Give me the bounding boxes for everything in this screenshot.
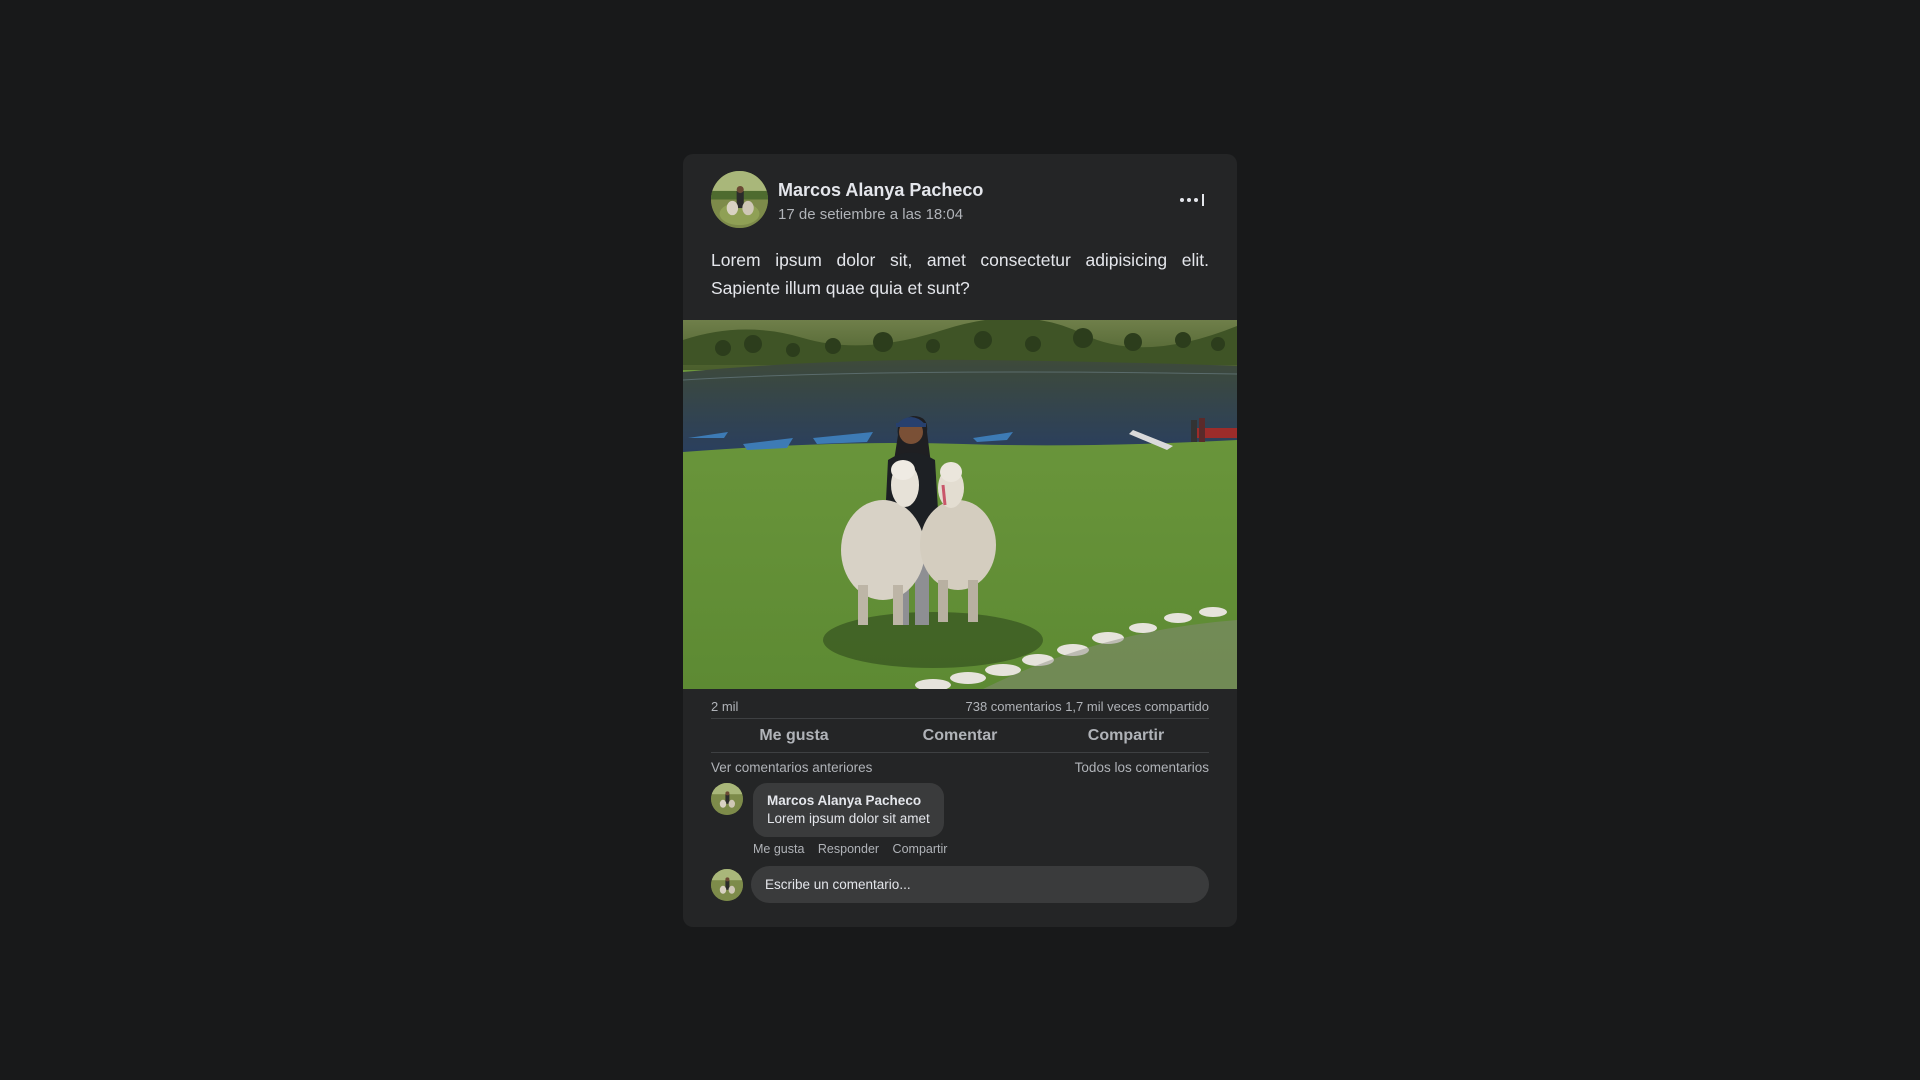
all-comments-link[interactable]: Todos los comentarios	[1075, 760, 1209, 775]
post-actions: Me gusta Comentar Compartir	[711, 719, 1209, 753]
post-card: Marcos Alanya Pacheco 17 de setiembre a …	[683, 154, 1237, 927]
comment-actions: Me gusta Responder Compartir	[753, 842, 957, 856]
comments-shares-count[interactable]: 738 comentarios 1,7 mil veces compartido	[965, 699, 1209, 714]
more-options-icon[interactable]	[1177, 191, 1209, 209]
comment-bubble: Marcos Alanya Pacheco Lorem ipsum dolor …	[753, 783, 944, 837]
comment-button[interactable]: Comentar	[877, 719, 1043, 752]
comment-item: Marcos Alanya Pacheco Lorem ipsum dolor …	[711, 783, 1209, 863]
current-user-avatar	[711, 869, 743, 901]
comment-text: Lorem ipsum dolor sit amet	[767, 811, 930, 826]
share-button[interactable]: Compartir	[1043, 719, 1209, 752]
previous-comments-link[interactable]: Ver comentarios anteriores	[711, 760, 872, 775]
comments-nav: Ver comentarios anteriores Todos los com…	[711, 758, 1209, 776]
comment-author[interactable]: Marcos Alanya Pacheco	[767, 792, 930, 810]
comment-like-link[interactable]: Me gusta	[753, 842, 804, 856]
author-name[interactable]: Marcos Alanya Pacheco	[778, 180, 983, 201]
like-button[interactable]: Me gusta	[711, 719, 877, 752]
post-stats: 2 mil 738 comentarios 1,7 mil veces comp…	[711, 696, 1209, 719]
post-text: Lorem ipsum dolor sit, amet consectetur …	[711, 250, 1209, 298]
comment-reply-link[interactable]: Responder	[818, 842, 879, 856]
post-photo[interactable]	[683, 320, 1237, 689]
comment-share-link[interactable]: Compartir	[893, 842, 948, 856]
likes-count[interactable]: 2 mil	[711, 699, 738, 714]
comment-composer	[711, 866, 1209, 904]
post-timestamp[interactable]: 17 de setiembre a las 18:04	[778, 206, 963, 223]
author-avatar[interactable]	[711, 171, 768, 228]
post-header: Marcos Alanya Pacheco 17 de setiembre a …	[711, 171, 1209, 229]
comment-input[interactable]	[751, 866, 1209, 903]
commenter-avatar[interactable]	[711, 783, 743, 815]
